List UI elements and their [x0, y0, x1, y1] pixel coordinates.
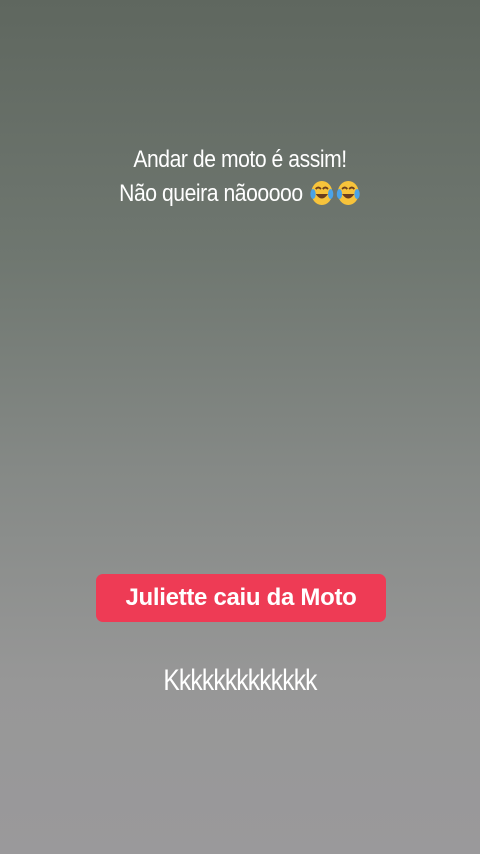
- caption-line-1: Andar de moto é assim!: [133, 146, 347, 173]
- comment-text: Kkkkkkkkkkkkk: [163, 664, 317, 697]
- laughing-emoji-icon: [310, 177, 361, 211]
- story-caption: Andar de moto é assim! Não queira nãoooo…: [29, 143, 451, 211]
- tag-label-badge: Juliette caiu da Moto: [96, 574, 386, 622]
- story-screen: { "story": { "caption_line1": "Andar de …: [0, 0, 480, 854]
- tag-label-text: Juliette caiu da Moto: [125, 584, 357, 611]
- caption-line-2-text: Não queira nãooooo: [119, 180, 303, 207]
- caption-line-2: Não queira nãooooo: [29, 177, 451, 211]
